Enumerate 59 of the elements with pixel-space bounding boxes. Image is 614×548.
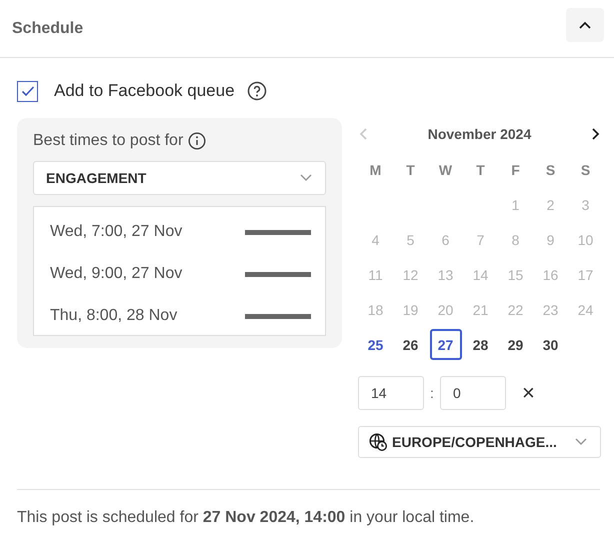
checkbox-label: Add to Facebook queue: [54, 81, 235, 101]
info-icon: [188, 132, 206, 150]
score-bar: [245, 314, 311, 318]
calendar-day: 13: [428, 257, 463, 292]
calendar-day: 24: [568, 292, 603, 327]
weekday-label: S: [580, 160, 592, 180]
minute-field[interactable]: 0: [440, 376, 506, 410]
time-separator: :: [429, 385, 435, 401]
metric-dropdown[interactable]: ENGAGEMENT: [33, 161, 326, 195]
calendar-day[interactable]: 30: [533, 327, 568, 362]
calendar-day: 18: [358, 292, 393, 327]
calendar-day: 20: [428, 292, 463, 327]
calendar-day[interactable]: 27: [430, 329, 462, 360]
schedule-summary: This post is scheduled for 27 Nov 2024, 14:00 in your local time.: [17, 509, 476, 527]
score-bar: [245, 272, 311, 276]
weekday-label: F: [510, 160, 521, 180]
calendar-day: 16: [533, 257, 568, 292]
calendar-day: 6: [428, 222, 463, 257]
calendar-day: 14: [463, 257, 498, 292]
time-slot[interactable]: Wed, 9:00, 27 Nov: [50, 265, 182, 283]
calendar-day: 11: [358, 257, 393, 292]
globe-clock-icon: [369, 433, 387, 451]
calendar-day: 1: [498, 187, 533, 222]
calendar-day: 12: [393, 257, 428, 292]
calendar-day: 4: [358, 222, 393, 257]
calendar-day[interactable]: 25: [358, 327, 393, 362]
calendar-day: 10: [568, 222, 603, 257]
calendar-day: 3: [568, 187, 603, 222]
checkmark-icon: [20, 85, 34, 97]
calendar-day: 23: [533, 292, 568, 327]
calendar-day[interactable]: 28: [463, 327, 498, 362]
calendar-day: 7: [463, 222, 498, 257]
panel-title: Best times to post for: [33, 132, 184, 150]
section-title: Schedule: [12, 20, 84, 38]
weekday-label: M: [368, 160, 382, 180]
calendar-day: 21: [463, 292, 498, 327]
help-icon: [246, 81, 267, 101]
calendar-day: 22: [498, 292, 533, 327]
weekday-label: W: [438, 160, 454, 180]
time-slot[interactable]: Wed, 7:00, 27 Nov: [50, 223, 182, 241]
calendar-day: 2: [533, 187, 568, 222]
weekday-label: S: [544, 160, 556, 180]
calendar-day: 19: [393, 292, 428, 327]
calendar-day: 5: [393, 222, 428, 257]
time-slot[interactable]: Thu, 8:00, 28 Nov: [50, 307, 178, 325]
calendar-day[interactable]: 29: [498, 327, 533, 362]
month-title: November 2024: [428, 126, 532, 142]
timezone-dropdown[interactable]: EUROPE/COPENHAGE...: [358, 426, 601, 458]
clear-button[interactable]: ×: [518, 380, 539, 406]
calendar-day: 8: [498, 222, 533, 257]
weekday-label: T: [475, 160, 486, 180]
score-bar: [245, 230, 311, 234]
hour-field[interactable]: 14: [358, 376, 424, 410]
calendar-day: 15: [498, 257, 533, 292]
weekday-label: T: [405, 160, 416, 180]
checkbox[interactable]: [17, 80, 38, 102]
calendar-day: 9: [533, 222, 568, 257]
calendar-day[interactable]: 26: [393, 327, 428, 362]
calendar-day: 17: [568, 257, 603, 292]
